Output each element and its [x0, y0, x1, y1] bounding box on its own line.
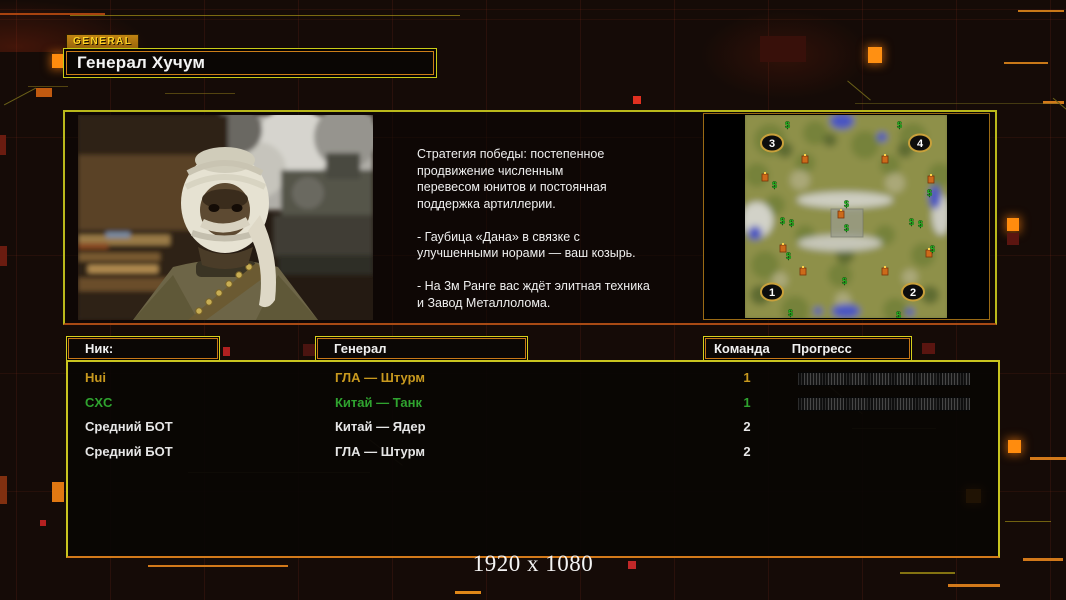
supply-icon: $	[844, 199, 849, 209]
portrait-image	[78, 105, 378, 320]
circuit-line	[70, 15, 460, 16]
player-nick: CXC	[85, 394, 113, 410]
player-general: ГЛА — Штурм	[335, 370, 425, 385]
led-square	[0, 135, 6, 155]
led-square	[760, 36, 806, 62]
supply-icon: $	[844, 223, 849, 233]
loading-progress-bar	[798, 372, 970, 386]
supply-icon: $	[780, 216, 785, 226]
column-header-nick: Ник:	[66, 336, 220, 361]
circuit-line	[455, 591, 481, 594]
general-name: Генерал Хучум	[77, 53, 206, 72]
led-square	[0, 246, 7, 266]
resolution-label: 1920 x 1080	[472, 551, 594, 576]
players-table: Hui ГЛА — Штурм 1 CXC Китай — Танк 1 Сре…	[66, 360, 1000, 558]
supply-icon: $	[789, 218, 794, 228]
player-general: Китай — Ядер	[335, 419, 426, 434]
column-header-general: Генерал	[315, 336, 528, 361]
map-preview: $ $ $ $ $ $ $ $ $ $ $ $ $ $ $ 3 4 1 2	[745, 115, 947, 318]
team-header-label: Команда	[714, 341, 770, 356]
led-square	[1007, 218, 1019, 231]
supply-icon: $	[772, 180, 777, 190]
led-square	[633, 96, 641, 104]
start-position-4: 4	[917, 138, 924, 150]
player-nick: Средний БОТ	[85, 443, 173, 459]
general-portrait	[78, 105, 378, 320]
supply-icon: $	[786, 251, 791, 261]
circuit-line	[0, 13, 105, 15]
circuit-line	[1043, 101, 1064, 104]
led-square	[36, 88, 52, 97]
circuit-line	[1018, 10, 1064, 12]
supply-icon: $	[785, 120, 790, 130]
table-row: Средний БОТ ГЛА — Штурм 2	[68, 440, 998, 465]
circuit-line	[1005, 521, 1051, 522]
supply-icon: $	[842, 276, 847, 286]
map-preview-panel: $ $ $ $ $ $ $ $ $ $ $ $ $ $ $ 3 4 1 2	[703, 113, 990, 320]
led-square	[52, 482, 64, 502]
nick-header-label: Ник:	[85, 341, 114, 356]
led-reflection	[1007, 233, 1019, 245]
supply-icon: $	[930, 244, 935, 254]
supply-icon: $	[897, 120, 902, 130]
led-square	[40, 520, 46, 526]
table-row: CXC Китай — Танк 1	[68, 391, 998, 416]
circuit-trace	[1052, 97, 1066, 116]
circuit-line	[1030, 457, 1066, 460]
circuit-line	[1004, 62, 1048, 64]
led-square	[223, 347, 230, 356]
general-name-box: Генерал Хучум	[63, 48, 437, 78]
start-position-2: 2	[910, 287, 916, 299]
circuit-trace	[855, 103, 1060, 104]
supply-icon: $	[909, 217, 914, 227]
circuit-trace	[847, 80, 871, 101]
player-team: 1	[743, 370, 751, 385]
player-team: 2	[743, 443, 751, 459]
led-square	[868, 47, 882, 63]
loading-progress-bar	[798, 396, 970, 411]
strategy-briefing-text: Стратегия победы: постепенное продвижени…	[417, 147, 650, 310]
supply-icon: $	[896, 310, 901, 318]
circuit-trace	[28, 86, 68, 87]
supply-icon: $	[927, 188, 932, 198]
table-row: Средний БОТ Китай — Ядер 2	[68, 415, 998, 440]
table-row: Hui ГЛА — Штурм 1	[68, 366, 998, 391]
player-team: 1	[743, 394, 751, 410]
player-general: Китай — Танк	[335, 394, 422, 410]
general-header-label: Генерал	[334, 341, 387, 356]
player-nick: Hui	[85, 370, 106, 385]
player-general: ГЛА — Штурм	[335, 443, 425, 459]
briefing-panel: Стратегия победы: постепенное продвижени…	[63, 105, 997, 325]
supply-icon: $	[788, 308, 793, 318]
column-header-team-progress: Команда Прогресс	[703, 336, 912, 361]
led-square	[1008, 440, 1021, 453]
circuit-line	[948, 584, 1000, 587]
circuit-trace	[165, 93, 235, 94]
general-badge: GENERAL	[66, 34, 140, 49]
player-nick: Средний БОТ	[85, 419, 173, 434]
start-position-3: 3	[769, 138, 775, 150]
circuit-trace	[3, 87, 37, 106]
player-team: 2	[743, 419, 751, 434]
led-square	[0, 476, 7, 504]
progress-header-label: Прогресс	[791, 341, 852, 356]
top-glow	[700, 10, 870, 100]
start-position-1: 1	[769, 287, 775, 299]
supply-icon: $	[918, 219, 923, 229]
led-square	[922, 343, 935, 354]
